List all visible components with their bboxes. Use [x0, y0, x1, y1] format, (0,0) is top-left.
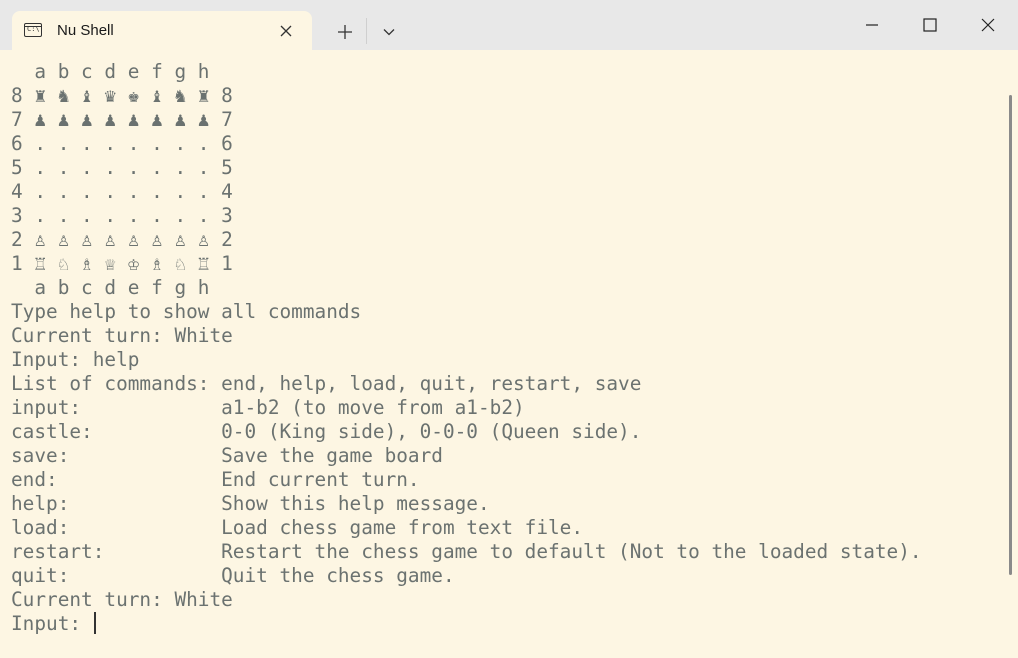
- terminal-line: a b c d e f g h: [11, 276, 210, 299]
- minimize-icon: [866, 24, 878, 26]
- close-icon: [280, 25, 292, 37]
- terminal-line: save: Save the game board: [11, 444, 443, 467]
- terminal-line: input: a1-b2 (to move from a1-b2): [11, 396, 525, 419]
- tab-nu-shell[interactable]: C:\ Nu Shell: [12, 11, 312, 51]
- terminal-line: load: Load chess game from text file.: [11, 516, 584, 539]
- maximize-button[interactable]: [901, 0, 959, 50]
- terminal-line: 4 . . . . . . . . 4: [11, 180, 233, 203]
- terminal-line: Current turn: White: [11, 324, 233, 347]
- tab-dropdown-button[interactable]: [374, 17, 404, 47]
- close-icon: [981, 18, 995, 32]
- terminal-line: a b c d e f g h: [11, 60, 210, 83]
- terminal-line: end: End current turn.: [11, 468, 420, 491]
- text-cursor: [93, 612, 96, 634]
- terminal-line: Input: help: [11, 348, 140, 371]
- minimize-button[interactable]: [843, 0, 901, 50]
- input-prompt-line[interactable]: Input:: [11, 612, 1004, 636]
- terminal-output[interactable]: a b c d e f g h8 ♜ ♞ ♝ ♛ ♚ ♝ ♞ ♜ 87 ♟ ♟ …: [11, 60, 1004, 636]
- input-prompt: Input:: [11, 612, 93, 635]
- terminal-line: restart: Restart the chess game to defau…: [11, 540, 922, 563]
- plus-icon: [338, 25, 352, 39]
- terminal-icon-text: C:\: [27, 25, 40, 33]
- terminal-line: 1 ♖ ♘ ♗ ♕ ♔ ♗ ♘ ♖ 1: [11, 252, 233, 275]
- terminal-line: List of commands: end, help, load, quit,…: [11, 372, 642, 395]
- terminal-line: 8 ♜ ♞ ♝ ♛ ♚ ♝ ♞ ♜ 8: [11, 84, 233, 107]
- close-button[interactable]: [959, 0, 1017, 50]
- terminal-line: Current turn: White: [11, 588, 233, 611]
- terminal-line: 7 ♟ ♟ ♟ ♟ ♟ ♟ ♟ ♟ 7: [11, 108, 233, 131]
- terminal-line: quit: Quit the chess game.: [11, 564, 455, 587]
- terminal-line: castle: 0-0 (King side), 0-0-0 (Queen si…: [11, 420, 642, 443]
- chevron-down-icon: [383, 29, 395, 36]
- maximize-icon: [923, 18, 937, 32]
- terminal-line: 2 ♙ ♙ ♙ ♙ ♙ ♙ ♙ ♙ 2: [11, 228, 233, 251]
- terminal-icon: C:\: [24, 23, 42, 37]
- tab-close-button[interactable]: [274, 19, 298, 43]
- terminal-line: 6 . . . . . . . . 6: [11, 132, 233, 155]
- tab-title: Nu Shell: [57, 22, 114, 39]
- terminal-line: help: Show this help message.: [11, 492, 490, 515]
- terminal-line: Type help to show all commands: [11, 300, 362, 323]
- terminal-line: 5 . . . . . . . . 5: [11, 156, 233, 179]
- title-bar: C:\ Nu Shell: [0, 0, 1018, 51]
- scrollbar[interactable]: [1009, 95, 1012, 575]
- new-tab-button[interactable]: [330, 17, 360, 47]
- terminal-line: 3 . . . . . . . . 3: [11, 204, 233, 227]
- tab-separator: [366, 18, 367, 44]
